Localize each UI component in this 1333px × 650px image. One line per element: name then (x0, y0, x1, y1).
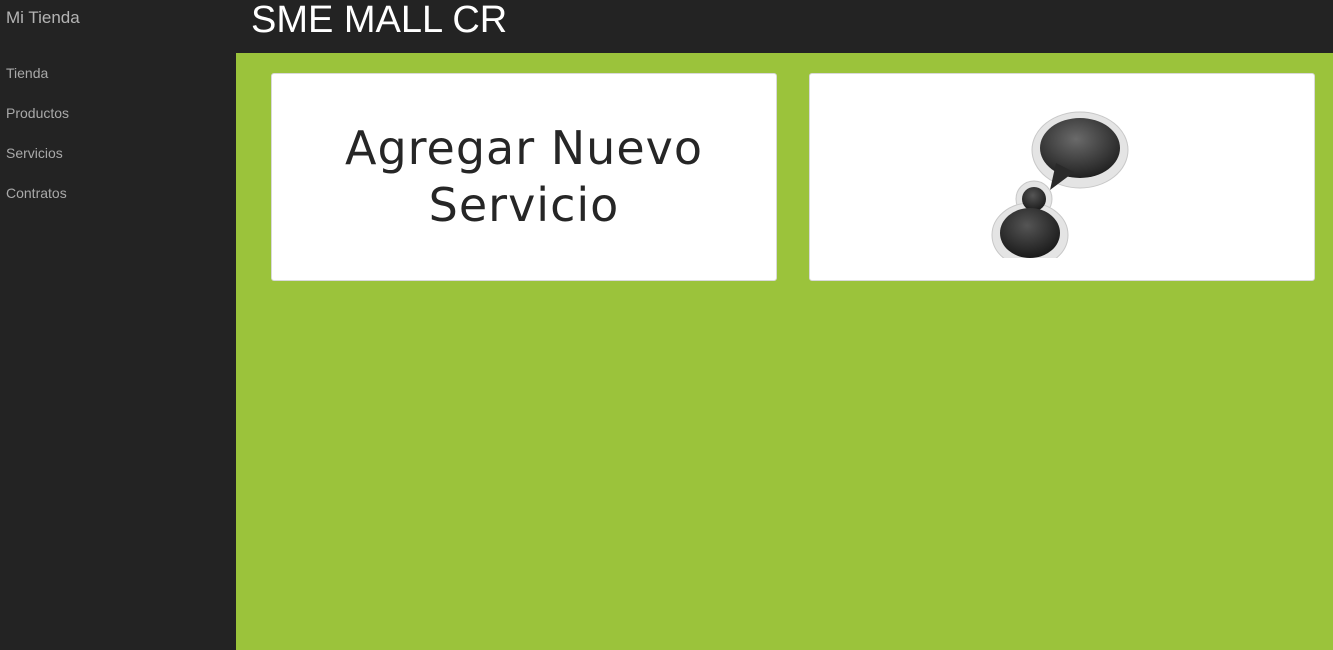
sidebar-item-productos[interactable]: Productos (6, 104, 69, 144)
chat-user-icon (990, 108, 1130, 268)
sidebar-item-contratos[interactable]: Contratos (6, 184, 69, 224)
sidebar-item-tienda[interactable]: Tienda (6, 64, 69, 104)
main-content: Agregar Nuevo Servicio (236, 53, 1333, 650)
add-service-line1: Agregar Nuevo (344, 121, 704, 175)
add-service-card[interactable]: Agregar Nuevo Servicio (271, 73, 777, 281)
top-bar: SME MALL CR (236, 0, 1333, 53)
page-title: SME MALL CR (251, 0, 508, 41)
chat-card[interactable] (809, 73, 1315, 281)
add-service-line2: Servicio (428, 178, 620, 232)
add-service-label: Agregar Nuevo Servicio (272, 120, 776, 234)
brand-link[interactable]: Mi Tienda (6, 8, 80, 28)
sidebar: Mi Tienda Tienda Productos Servicios Con… (0, 0, 236, 650)
sidebar-nav: Tienda Productos Servicios Contratos (6, 64, 69, 224)
sidebar-item-servicios[interactable]: Servicios (6, 144, 69, 184)
